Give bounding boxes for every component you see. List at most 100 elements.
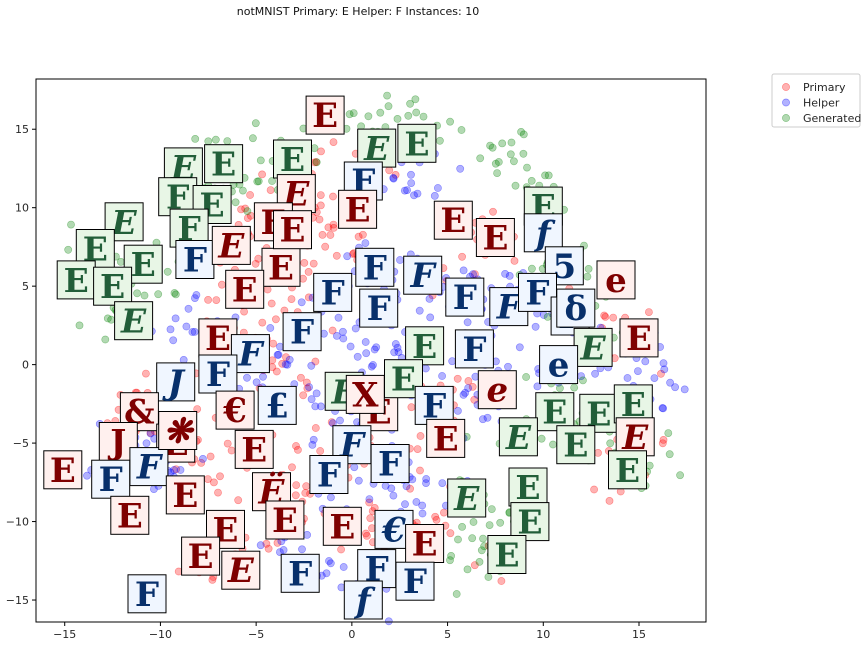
thumbnail-glyph: X [352, 375, 379, 415]
scatter-point-generated [452, 590, 461, 598]
scatter-point-generated [458, 523, 466, 531]
scatter-point-primary [254, 254, 263, 263]
scatter-point-generated [64, 245, 73, 254]
scatter-point-primary [214, 488, 222, 497]
thumbnail-glyph: E [453, 479, 480, 518]
thumbnail-glyph: € [222, 391, 247, 431]
x-tick-label: 5 [444, 628, 451, 641]
thumbnail-generated: E [204, 144, 244, 184]
thumbnail-glyph: E [232, 270, 258, 310]
thumbnail-glyph: F [288, 554, 312, 594]
thumbnail-layer: EEEFEEEEEEFEFEEEFEEEEEEFFFEEEf5eFFFFEEFF… [43, 95, 659, 621]
scatter-point-primary [458, 252, 466, 261]
scatter-point-generated [543, 312, 552, 321]
scatter-point-generated [549, 440, 557, 449]
scatter-point-generated [487, 505, 496, 513]
thumbnail-glyph: E [188, 537, 214, 577]
thumbnail-helper: £ [257, 385, 297, 426]
thumbnail-primary: E [165, 475, 205, 516]
scatter-point-primary [489, 207, 497, 216]
y-tick-label: −15 [6, 594, 29, 607]
thumbnail-glyph: E [440, 201, 466, 241]
scatter-point-primary [299, 391, 308, 400]
scatter-point-helper [274, 350, 283, 359]
scatter-point-generated [479, 534, 487, 543]
scatter-point-primary [316, 191, 325, 199]
y-tick-label: −5 [13, 437, 29, 450]
thumbnail-helper: F [355, 247, 395, 288]
scatter-point-helper [339, 563, 348, 571]
legend-marker [782, 98, 790, 107]
thumbnail-primary: E [405, 524, 445, 565]
scatter-point-primary [645, 308, 653, 316]
scatter-point-primary [497, 577, 506, 585]
scatter-point-generated [519, 149, 528, 158]
scatter-point-primary [413, 445, 422, 453]
scatter-point-helper [415, 306, 424, 315]
scatter-point-generated [645, 461, 654, 470]
scatter-point-generated [510, 157, 518, 166]
scatter-point-helper [531, 322, 540, 331]
scatter-point-primary [407, 403, 416, 412]
thumbnail-primary: E [322, 506, 362, 547]
thumbnail-primary: E [110, 495, 150, 536]
scatter-point-primary [288, 463, 296, 472]
y-tick-label: 0 [22, 359, 29, 372]
x-tick-label: 10 [536, 628, 550, 641]
scatter-point-generated [163, 267, 172, 276]
scatter-point-helper [142, 439, 151, 448]
scatter-point-helper [650, 374, 659, 382]
scatter-point-primary [605, 496, 614, 505]
scatter-point-helper [276, 342, 284, 351]
scatter-point-helper [463, 318, 472, 327]
thumbnail-generated: E [273, 139, 312, 179]
scatter-point-helper [389, 491, 398, 500]
thumbnail-glyph: e [605, 261, 627, 301]
chart-title: notMNIST Primary: E Helper: F Instances:… [237, 5, 479, 18]
thumbnail-glyph: F [378, 445, 402, 485]
thumbnail-glyph: E [280, 140, 305, 179]
scatter-point-helper [591, 369, 599, 378]
thumbnail-glyph: € [381, 510, 406, 550]
scatter-point-helper [372, 343, 381, 352]
scatter-point-helper [387, 484, 396, 493]
thumbnail-glyph: e [486, 371, 508, 411]
scatter-point-primary [204, 295, 212, 304]
scatter-point-generated [376, 108, 385, 117]
thumbnail-glyph: E [482, 219, 508, 259]
scatter-point-helper [504, 362, 512, 371]
chart-canvas: notMNIST Primary: E Helper: F Instances:… [6, 5, 862, 641]
thumbnail-glyph: E [505, 418, 532, 457]
y-tick-label: 15 [15, 123, 29, 136]
scatter-point-generated [664, 429, 673, 437]
thumbnail-glyph: E [100, 267, 125, 306]
thumbnail-generated: E [56, 260, 96, 300]
thumbnail-generated: E [556, 425, 596, 465]
scatter-point-helper [188, 328, 197, 336]
scatter-point-primary [266, 186, 275, 194]
thumbnail-glyph: E [272, 501, 298, 541]
scatter-point-helper [171, 314, 180, 323]
scatter-point-generated [511, 181, 520, 190]
scatter-point-helper [515, 343, 524, 352]
scatter-point-helper [426, 313, 435, 322]
scatter-point-generated [519, 130, 528, 139]
thumbnail-helper: F [198, 354, 238, 395]
scatter-point-generated [345, 110, 354, 119]
thumbnail-generated: E [447, 478, 487, 518]
scatter-point-primary [416, 432, 425, 440]
scatter-point-primary [296, 373, 305, 382]
thumbnail-primary: E [261, 247, 301, 288]
thumbnail-glyph: F [290, 313, 314, 353]
thumbnail-glyph: F [99, 460, 123, 500]
scatter-point-generated [579, 376, 587, 385]
thumbnail-generated: E [573, 327, 613, 367]
scatter-point-primary [324, 223, 333, 232]
scatter-point-generated [496, 518, 505, 527]
scatter-point-primary [416, 466, 424, 475]
thumbnail-glyph: F [321, 273, 345, 313]
thumbnail-primary: E [426, 418, 466, 459]
thumbnail-glyph: E [515, 468, 540, 507]
scatter-point-primary [291, 491, 300, 500]
scatter-point-generated [570, 383, 579, 392]
